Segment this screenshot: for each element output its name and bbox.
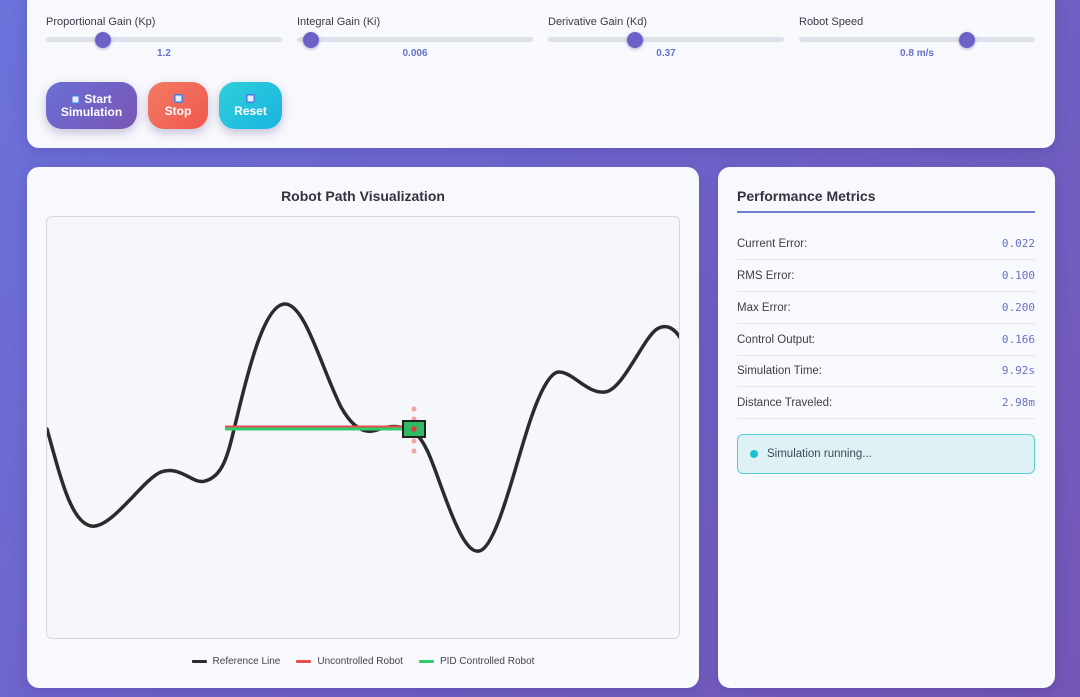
- control-panel: Proportional Gain (Kp) 1.2 Integral Gain…: [27, 0, 1055, 148]
- start-simulation-button[interactable]: Start Simulation: [46, 82, 137, 129]
- metric-value: 0.200: [1001, 301, 1035, 314]
- slider-track[interactable]: [548, 31, 784, 48]
- legend-item-pid: PID Controlled Robot: [418, 656, 535, 667]
- slider-value: 0.8 m/s: [900, 48, 934, 59]
- slider-label: Integral Gain (Ki): [297, 16, 381, 28]
- legend-swatch: [418, 660, 434, 663]
- legend-label: Uncontrolled Robot: [317, 656, 403, 667]
- reset-button[interactable]: Reset: [219, 82, 282, 129]
- reset-icon: [246, 93, 255, 103]
- legend-item-uncontrolled: Uncontrolled Robot: [296, 656, 403, 667]
- play-icon: [71, 94, 81, 104]
- slider-label: Derivative Gain (Kd): [548, 16, 648, 28]
- metric-row-rms-error: RMS Error: 0.100: [737, 260, 1035, 292]
- slider-label: Robot Speed: [799, 16, 864, 28]
- metric-row-current-error: Current Error: 0.022: [737, 228, 1035, 260]
- slider-track[interactable]: [799, 31, 1035, 48]
- reset-button-label: Reset: [234, 103, 267, 118]
- metric-row-control-output: Control Output: 0.166: [737, 324, 1035, 356]
- sensor-dot: [411, 406, 417, 412]
- sensor-dot: [411, 438, 417, 444]
- slider-thumb[interactable]: [627, 31, 644, 48]
- slider-thumb[interactable]: [303, 31, 320, 48]
- status-indicator: Simulation running...: [737, 434, 1035, 474]
- metric-value: 0.166: [1001, 333, 1035, 346]
- slider-track[interactable]: [297, 31, 533, 48]
- slider-ki[interactable]: Integral Gain (Ki) 0.006: [297, 15, 533, 60]
- robot-center: [411, 426, 417, 432]
- metric-row-distance-traveled: Distance Traveled: 2.98m: [737, 387, 1035, 419]
- status-text: Simulation running...: [767, 448, 872, 460]
- legend-swatch: [191, 660, 207, 663]
- legend-label: PID Controlled Robot: [439, 656, 535, 667]
- visualization-panel: Robot Path Visualization Reference Line …: [27, 167, 699, 688]
- slider-label: Proportional Gain (Kp): [46, 16, 156, 28]
- status-dot-icon: [750, 450, 758, 458]
- metric-value: 9.92s: [1001, 364, 1035, 377]
- metric-label: Current Error:: [737, 237, 808, 250]
- metric-label: RMS Error:: [737, 269, 795, 282]
- slider-kd[interactable]: Derivative Gain (Kd) 0.37: [548, 15, 784, 60]
- metric-label: Simulation Time:: [737, 364, 823, 377]
- metric-value: 0.100: [1001, 269, 1035, 282]
- path-canvas: [46, 216, 680, 639]
- metric-value: 2.98m: [1001, 396, 1035, 409]
- sensor-dot: [411, 448, 417, 454]
- slider-value: 0.37: [656, 48, 676, 59]
- metric-row-max-error: Max Error: 0.200: [737, 292, 1035, 324]
- start-button-label-2: Simulation: [60, 104, 123, 119]
- slider-thumb[interactable]: [94, 31, 111, 48]
- legend: Reference Line Uncontrolled Robot PID Co…: [27, 656, 699, 667]
- metrics-divider: [737, 211, 1035, 213]
- slider-value: 1.2: [157, 48, 171, 59]
- slider-value: 0.006: [402, 48, 428, 59]
- start-button-label-1: Start: [84, 91, 112, 106]
- metrics-title: Performance Metrics: [737, 188, 876, 204]
- slider-kp[interactable]: Proportional Gain (Kp) 1.2: [46, 15, 282, 60]
- metric-label: Distance Traveled:: [737, 396, 833, 409]
- slider-thumb[interactable]: [958, 31, 975, 48]
- slider-speed[interactable]: Robot Speed 0.8 m/s: [799, 15, 1035, 60]
- metric-row-simulation-time: Simulation Time: 9.92s: [737, 355, 1035, 387]
- stop-icon: [173, 93, 183, 103]
- stop-button-label: Stop: [164, 103, 192, 118]
- legend-item-reference: Reference Line: [191, 656, 281, 667]
- metric-label: Max Error:: [737, 301, 791, 314]
- slider-track[interactable]: [46, 31, 282, 48]
- path-svg: [47, 302, 679, 553]
- legend-label: Reference Line: [212, 656, 281, 667]
- visualization-title: Robot Path Visualization: [281, 188, 445, 204]
- stop-button[interactable]: Stop: [148, 82, 208, 129]
- metric-label: Control Output:: [737, 333, 815, 346]
- metrics-panel: Performance Metrics Current Error: 0.022…: [718, 167, 1055, 688]
- metric-value: 0.022: [1001, 237, 1035, 250]
- legend-swatch: [296, 660, 312, 663]
